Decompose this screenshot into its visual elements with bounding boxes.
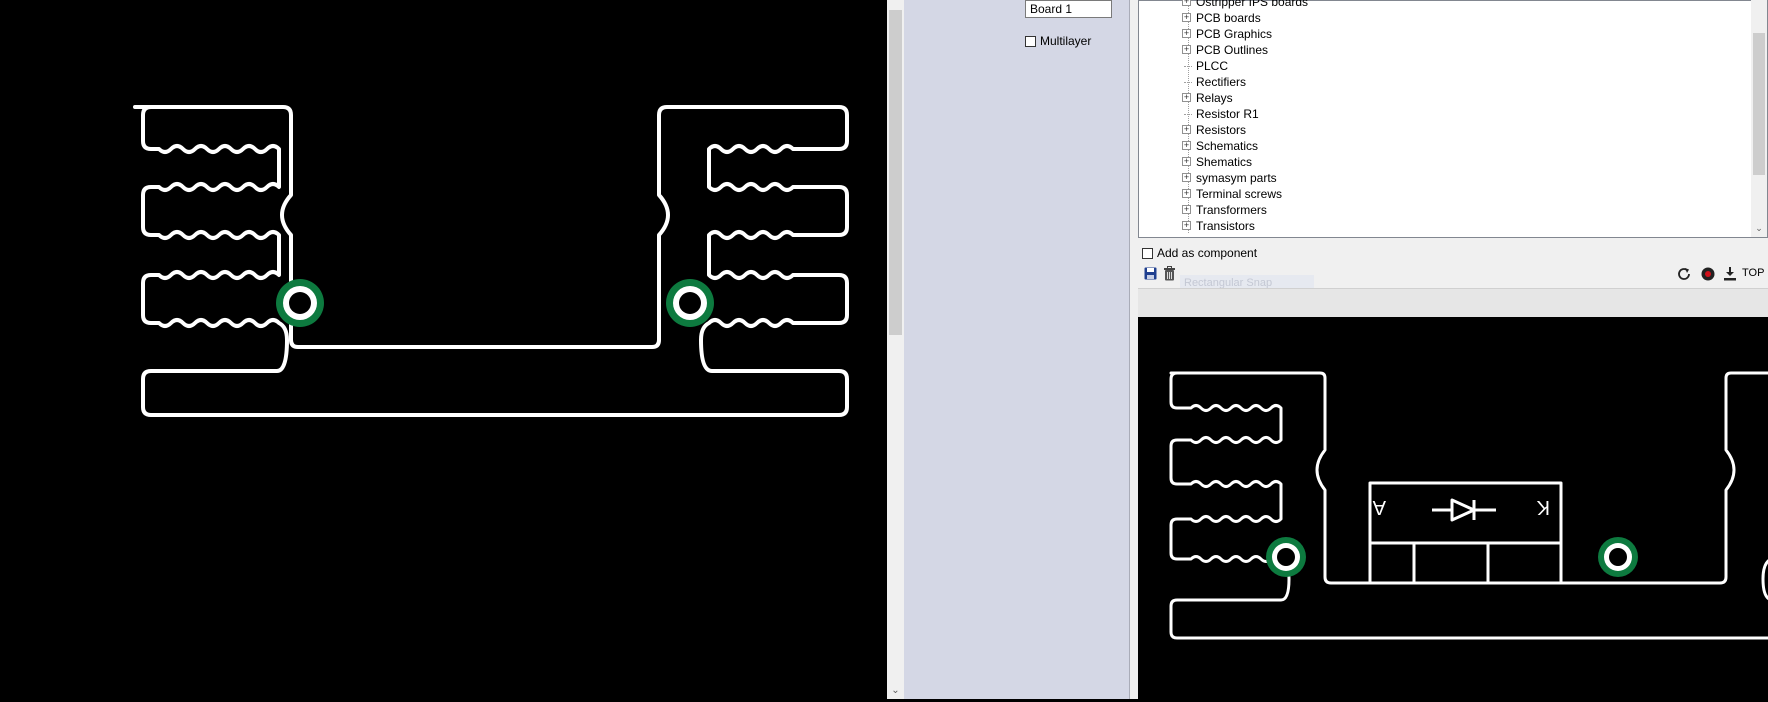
tree-connector [1184,66,1192,67]
preview-header-bar [1138,288,1768,318]
tree-item-label: Transformers [1196,203,1267,217]
diode-body-divider [1370,541,1561,583]
anode-label: A [1372,496,1386,518]
tree-item-label: Ostripper IPS boards [1196,0,1309,9]
tree-item-label: Transistors [1196,219,1255,233]
board-name-input[interactable] [1025,0,1112,18]
expand-icon[interactable]: + [1182,93,1191,102]
add-as-component-checkbox[interactable] [1142,247,1153,259]
tree-item-label: symasym parts [1196,171,1277,185]
scroll-down-icon[interactable]: ⌄ [887,683,904,699]
tree-item[interactable]: + Shematics [1182,154,1253,170]
tree-item[interactable]: + PCB boards [1182,10,1261,26]
heatsink-outline [133,105,849,417]
tree-item[interactable]: + Schematics [1182,138,1259,154]
expand-icon[interactable]: + [1182,13,1191,22]
main-pcb-canvas[interactable] [0,0,887,699]
tree-item-label: PCB Outlines [1196,43,1269,57]
multilayer-label: Multilayer [1040,34,1092,48]
main-pcb-drawing [133,105,849,417]
preview-pad-left[interactable] [1266,537,1306,577]
layer-label[interactable]: TOP [1742,267,1764,279]
expand-icon[interactable]: + [1182,189,1191,198]
multilayer-checkbox[interactable] [1025,35,1036,47]
record-icon[interactable] [1701,267,1715,281]
tree-item-label: PCB Graphics [1196,27,1273,41]
tree-item[interactable]: + Transformers [1182,202,1267,218]
expand-icon[interactable]: + [1182,125,1191,134]
preview-pad-right[interactable] [1598,537,1638,577]
cathode-label: K [1536,496,1550,518]
tree-item-label: Resistor R1 [1196,107,1259,121]
expand-icon[interactable]: + [1182,45,1191,54]
tree-scroll-thumb[interactable] [1753,33,1765,175]
tree-item[interactable]: + Relays [1182,90,1233,106]
expand-icon[interactable]: + [1182,157,1191,166]
tree-item[interactable]: + PCB Graphics [1182,26,1273,42]
save-icon[interactable] [1144,267,1157,280]
tree-item[interactable]: + Resistors [1182,122,1247,138]
tree-item[interactable]: + Transistors [1182,218,1255,234]
tree-scroll-down-icon[interactable]: ⌄ [1751,220,1767,236]
component-preview-canvas[interactable]: A K [1138,317,1768,699]
tree-item[interactable]: PLCC [1184,58,1229,74]
expand-icon[interactable]: + [1182,0,1191,6]
tree-item-label: Resistors [1196,123,1247,137]
tree-item-label: Terminal screws [1196,187,1283,201]
pad-left[interactable] [276,279,324,327]
tree-item[interactable]: + symasym parts [1182,170,1277,186]
tree-item-label: PLCC [1196,59,1229,73]
tree-item[interactable]: + PCB Outlines [1182,42,1269,58]
multilayer-option[interactable]: Multilayer [1025,34,1091,48]
tree-item[interactable]: + Ostripper IPS boards [1182,0,1309,10]
expand-icon[interactable]: + [1182,205,1191,214]
tree-item[interactable]: + Terminal screws [1182,186,1283,202]
refresh-icon[interactable] [1676,266,1692,282]
tree-item[interactable]: Rectifiers [1184,74,1247,90]
tree-item-label: Rectifiers [1196,75,1247,89]
tree-item-label: Schematics [1196,139,1259,153]
diode-body-outline [1368,481,1563,585]
tree-connector [1184,82,1192,83]
tree-item[interactable]: Resistor R1 [1184,106,1259,122]
diode-symbol [1432,498,1496,522]
tree-item-label: PCB boards [1196,11,1261,25]
expand-icon[interactable]: + [1182,29,1191,38]
pad-right[interactable] [666,279,714,327]
preview-drawing: A K [1169,371,1768,640]
import-icon[interactable] [1723,266,1737,281]
add-as-component-label: Add as component [1157,246,1258,260]
tree-connector [1184,114,1192,115]
tree-item-label: Relays [1196,91,1233,105]
preview-heatsink-outline [1169,371,1768,640]
expand-icon[interactable]: + [1182,221,1191,230]
main-scroll-thumb[interactable] [889,10,902,335]
expand-icon[interactable]: + [1182,141,1191,150]
add-as-component-option[interactable]: Add as component [1142,246,1257,260]
trash-icon[interactable] [1163,266,1176,281]
tree-item-label: Shematics [1196,155,1253,169]
expand-icon[interactable]: + [1182,173,1191,182]
board-side-panel [904,0,1130,699]
